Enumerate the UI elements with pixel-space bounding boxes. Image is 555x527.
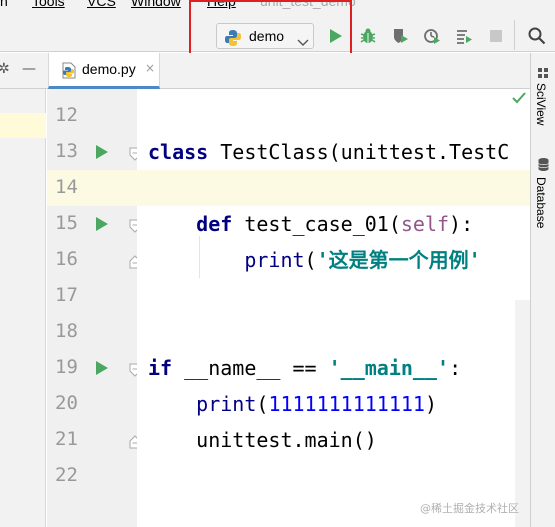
tool-window-sciview[interactable]: SciView <box>531 65 555 145</box>
coverage-icon[interactable] <box>388 24 412 48</box>
menu-item-window[interactable]: Window <box>131 0 181 9</box>
right-tool-strip: SciView Database <box>530 53 555 527</box>
menu-item-help[interactable]: Help <box>207 0 236 9</box>
hide-panel-icon[interactable]: — <box>22 61 36 77</box>
run-configuration-selector[interactable]: demo <box>216 23 314 49</box>
window-title: unit_test_demo <box>260 0 356 9</box>
menu-bar: n Tools VCS Window Help unit_test_demo <box>0 0 555 10</box>
code-line: print(1111111111111) <box>196 392 438 416</box>
project-panel <box>0 89 46 527</box>
code-line: class TestClass(unittest.TestC <box>148 140 510 164</box>
inspection-ok-icon <box>512 89 526 108</box>
editor-scrollbar[interactable] <box>515 300 530 527</box>
project-panel-selected-row[interactable] <box>0 113 46 138</box>
stop-icon[interactable] <box>484 24 508 48</box>
line-number: 17 <box>55 284 78 306</box>
line-number: 20 <box>55 392 78 414</box>
python-file-icon <box>61 62 77 83</box>
database-icon <box>537 157 550 176</box>
run-concurrency-icon[interactable] <box>452 24 476 48</box>
line-number: 12 <box>55 104 78 126</box>
main-toolbar: demo <box>0 10 555 52</box>
menu-item-vcs[interactable]: VCS <box>87 0 116 9</box>
profile-icon[interactable] <box>420 24 444 48</box>
gutter-run-icon[interactable] <box>95 360 111 376</box>
editor-tab-strip: ✲ — demo.py × <box>0 53 530 89</box>
debug-icon[interactable] <box>356 24 380 48</box>
run-config-label: demo <box>249 28 285 44</box>
line-number: 18 <box>55 320 78 342</box>
code-line: unittest.main() <box>148 428 377 452</box>
line-number: 22 <box>55 464 78 486</box>
search-icon[interactable] <box>525 24 549 48</box>
code-line: def test_case_01(self): <box>196 212 474 236</box>
line-number: 13 <box>55 140 78 162</box>
sciview-icon <box>537 65 550 84</box>
chevron-down-icon <box>297 32 309 51</box>
code-line: print('这是第一个用例' <box>244 248 481 272</box>
run-icon[interactable] <box>324 24 348 48</box>
code-line: if __name__ == '__main__': <box>148 356 462 380</box>
tool-window-database[interactable]: Database <box>531 157 555 247</box>
line-number: 21 <box>55 428 78 450</box>
indent-guide <box>199 236 200 278</box>
current-line-highlight <box>137 170 530 206</box>
line-number: 15 <box>55 212 78 234</box>
line-number: 16 <box>55 248 78 270</box>
editor-gutter: 12 13 14 15 16 17 18 19 20 21 22 <box>47 89 141 527</box>
close-icon[interactable]: × <box>145 61 155 75</box>
sciview-label: SciView <box>534 83 548 126</box>
tab-label: demo.py <box>82 61 136 77</box>
line-number: 19 <box>55 356 78 378</box>
tab-demo-py[interactable]: demo.py × <box>48 53 160 89</box>
settings-icon[interactable]: ✲ <box>0 61 10 77</box>
menu-item-tools[interactable]: Tools <box>32 0 65 9</box>
code-editor[interactable]: class TestClass(unittest.TestC def test_… <box>137 89 530 527</box>
gutter-run-icon[interactable] <box>95 144 111 160</box>
gutter-run-icon[interactable] <box>95 216 111 232</box>
line-number: 14 <box>55 176 78 198</box>
toolbar-divider <box>514 20 515 50</box>
watermark: @稀土掘金技术社区 <box>420 502 519 515</box>
database-label: Database <box>534 177 548 229</box>
python-icon <box>224 29 242 51</box>
menu-item-run[interactable]: n <box>0 0 8 9</box>
